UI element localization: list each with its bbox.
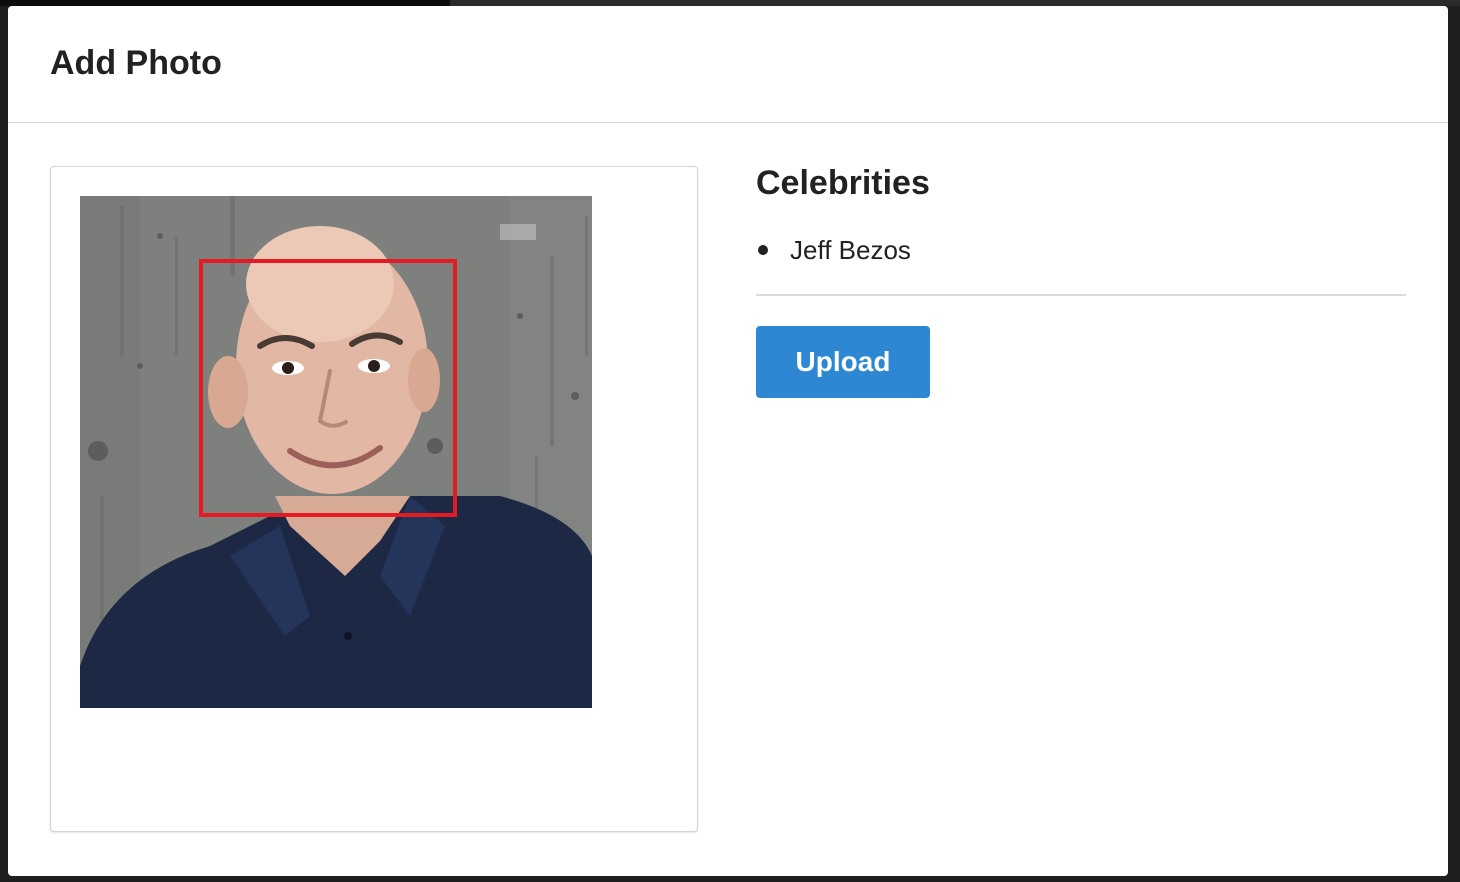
celebrities-heading: Celebrities — [756, 164, 930, 202]
photo-preview-card — [50, 166, 698, 832]
divider — [756, 294, 1406, 296]
list-item: Jeff Bezos — [756, 232, 1406, 268]
add-photo-modal: Add Photo Celebrities Jeff Bezos Upload — [8, 6, 1448, 876]
modal-header: Add Photo — [8, 6, 1448, 123]
celebrity-list: Jeff Bezos — [756, 232, 1406, 268]
bullet-icon — [758, 245, 768, 255]
uploaded-photo — [80, 196, 592, 708]
upload-button[interactable]: Upload — [756, 326, 930, 398]
modal-title: Add Photo — [50, 44, 222, 82]
celebrity-name: Jeff Bezos — [790, 235, 911, 265]
